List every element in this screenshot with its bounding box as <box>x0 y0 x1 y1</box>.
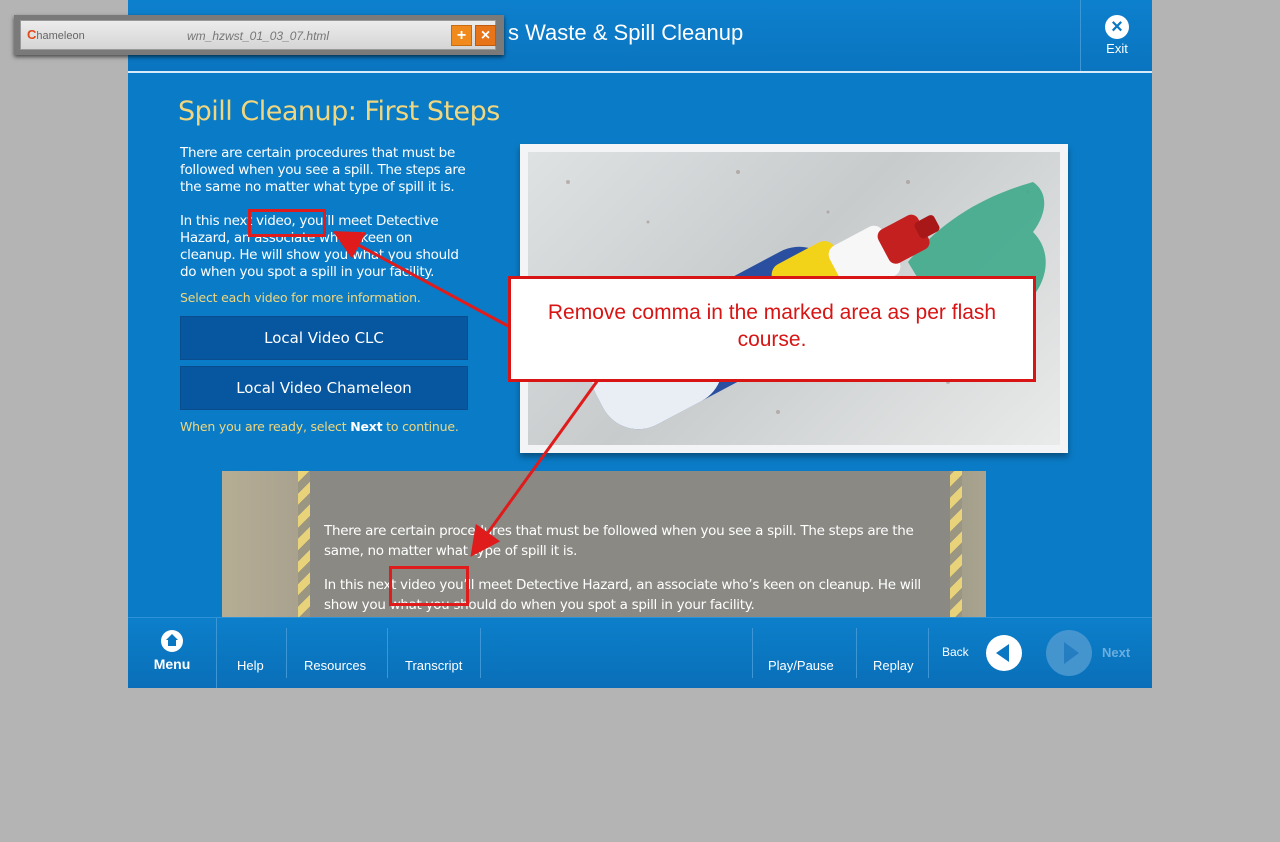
arrow-to-highlight-2 <box>470 379 600 557</box>
annotation-text: Remove comma in the marked area as per f… <box>547 301 997 351</box>
arrow-to-highlight-1 <box>332 231 509 328</box>
annotation-arrows <box>332 231 600 557</box>
annotation-callout: Remove comma in the marked area as per f… <box>508 276 1036 382</box>
